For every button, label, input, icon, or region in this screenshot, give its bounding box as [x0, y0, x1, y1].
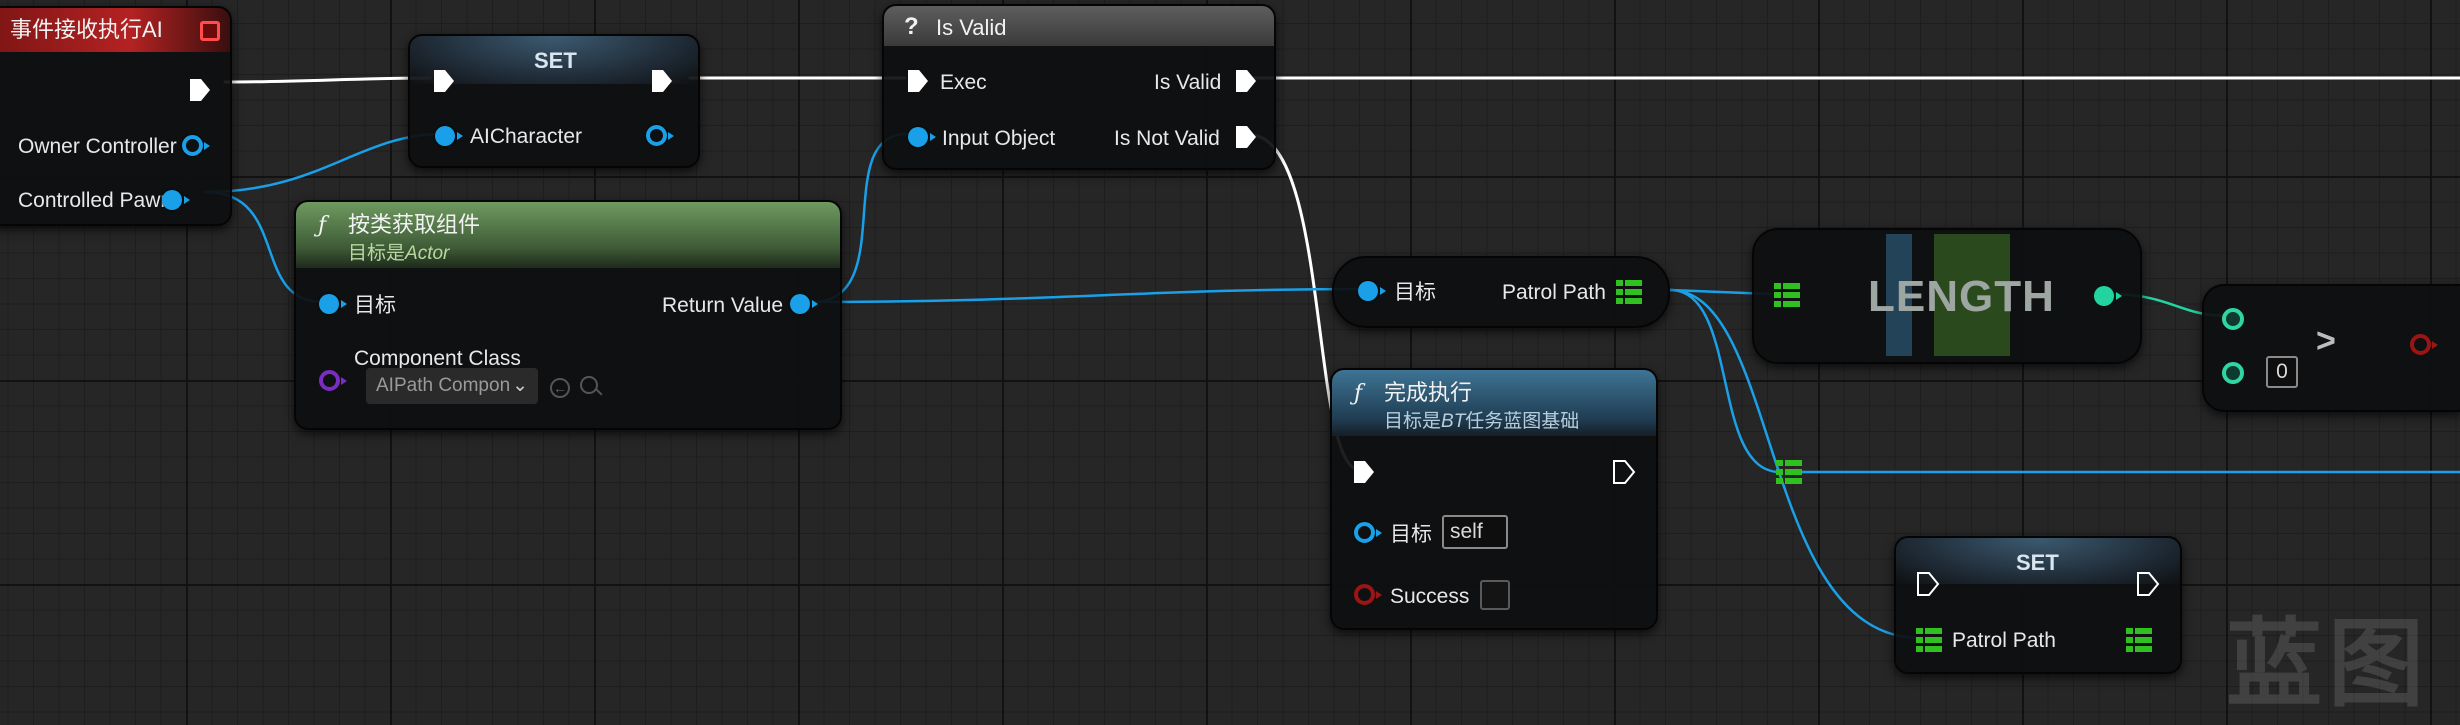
owner-controller-pin[interactable] [182, 135, 210, 156]
function-icon: ƒ [1354, 381, 1363, 406]
array-pin-icon[interactable] [2126, 628, 2152, 652]
owner-controller-label: Owner Controller [18, 135, 177, 158]
function-icon: ƒ [318, 213, 327, 238]
data-wire-pawn-set [203, 132, 444, 194]
finish-target-input[interactable]: self [1442, 515, 1508, 549]
exec-out-pin[interactable] [1612, 459, 1636, 485]
compare-out-pin[interactable] [2410, 334, 2438, 355]
question-icon: ? [904, 13, 919, 40]
compare-a-pin[interactable] [2222, 308, 2244, 330]
return-value-label: Return Value [662, 294, 784, 317]
getter-target-pin[interactable] [1358, 281, 1386, 301]
is-valid-label: Is Valid [1154, 71, 1222, 94]
get-component-node[interactable]: ƒ 按类获取组件 目标是Actor 目标 Return Value Compon… [294, 200, 842, 430]
success-label: Success [1390, 585, 1470, 608]
exec-in-pin[interactable] [432, 68, 456, 94]
controlled-pawn-label: Controlled Pawn [18, 189, 173, 212]
target-label: 目标 [354, 294, 396, 317]
exec-out-pin[interactable] [188, 77, 212, 103]
finish-execute-node[interactable]: ƒ 完成执行 目标是BT任务蓝图基础 目标 self Success [1330, 368, 1658, 630]
arrow-left-icon[interactable]: ← [550, 378, 570, 398]
is-valid-title: Is Valid [936, 15, 1007, 40]
is-not-valid-label: Is Not Valid [1114, 127, 1220, 150]
close-icon[interactable] [200, 21, 220, 41]
set-patrol-path-label: Patrol Path [1952, 629, 2056, 652]
component-class-dropdown[interactable]: AIPath Compon ⌄ [366, 368, 538, 404]
array-pin-icon[interactable] [1916, 628, 1942, 652]
aicharacter-label: AICharacter [470, 125, 583, 148]
chevron-down-icon: ⌄ [512, 375, 528, 396]
component-class-label: Component Class [354, 347, 521, 370]
exec-out-pin[interactable] [650, 68, 674, 94]
array-reroute-icon[interactable] [1776, 460, 1802, 484]
component-class-value: AIPath Compon [376, 375, 511, 396]
length-out-pin[interactable] [2094, 286, 2122, 306]
is-valid-exec-out-pin[interactable] [1234, 68, 1258, 94]
get-component-title: 按类获取组件 [348, 212, 481, 237]
getter-patrol-path-label: Patrol Path [1502, 281, 1606, 304]
finish-target-label: 目标 [1390, 523, 1432, 546]
event-node[interactable]: 事件接收执行AI Owner Controller Controlled Paw… [0, 6, 232, 226]
length-node[interactable]: LENGTH [1752, 228, 2142, 364]
target-pin[interactable] [319, 294, 347, 314]
compare-symbol: > [2316, 322, 2336, 360]
input-object-pin[interactable] [908, 127, 936, 147]
array-pin-icon[interactable] [1774, 283, 1800, 307]
compare-node[interactable]: 0 > [2202, 284, 2460, 412]
return-value-pin[interactable] [790, 294, 818, 314]
exec-in-pin[interactable] [906, 68, 930, 94]
success-checkbox[interactable] [1480, 580, 1510, 610]
controlled-pawn-pin[interactable] [162, 190, 190, 210]
input-object-label: Input Object [942, 127, 1056, 150]
search-icon-handle [595, 388, 603, 396]
exec-wire-event-set [223, 76, 432, 84]
set-aicharacter-node[interactable]: SET AICharacter [408, 34, 700, 168]
length-title: LENGTH [1868, 272, 2055, 321]
is-not-valid-exec-out-pin[interactable] [1234, 124, 1258, 150]
is-valid-node[interactable]: ? Is Valid Exec Is Valid Input Object Is… [882, 4, 1276, 170]
component-class-pin[interactable] [319, 370, 347, 391]
success-pin[interactable] [1354, 584, 1382, 605]
blueprint-watermark: 蓝图 [2226, 608, 2430, 720]
finish-target-pin[interactable] [1354, 522, 1382, 543]
exec-out-pin[interactable] [2136, 571, 2160, 597]
getter-target-label: 目标 [1394, 281, 1436, 304]
data-wire-return-patrol [810, 287, 1366, 304]
search-icon[interactable] [580, 376, 598, 394]
patrol-path-getter-node[interactable]: 目标 Patrol Path [1332, 256, 1670, 328]
exec-in-pin[interactable] [1916, 571, 1940, 597]
finish-subtitle: 目标是BT任务蓝图基础 [1384, 411, 1580, 432]
compare-b-input[interactable]: 0 [2266, 356, 2298, 388]
set-node-title: SET [534, 48, 577, 73]
array-pin-icon[interactable] [1616, 280, 1642, 304]
get-component-subtitle: 目标是Actor [348, 243, 450, 264]
aicharacter-out-pin[interactable] [646, 125, 674, 146]
finish-title: 完成执行 [1384, 380, 1473, 405]
compare-b-pin[interactable] [2222, 362, 2244, 384]
event-node-title: 事件接收执行AI [10, 17, 163, 42]
set-node-title: SET [2016, 550, 2059, 575]
set-patrol-path-node[interactable]: SET Patrol Path [1894, 536, 2182, 674]
aicharacter-in-pin[interactable] [435, 126, 463, 146]
exec-in-pin[interactable] [1352, 459, 1376, 485]
exec-label: Exec [940, 71, 987, 94]
